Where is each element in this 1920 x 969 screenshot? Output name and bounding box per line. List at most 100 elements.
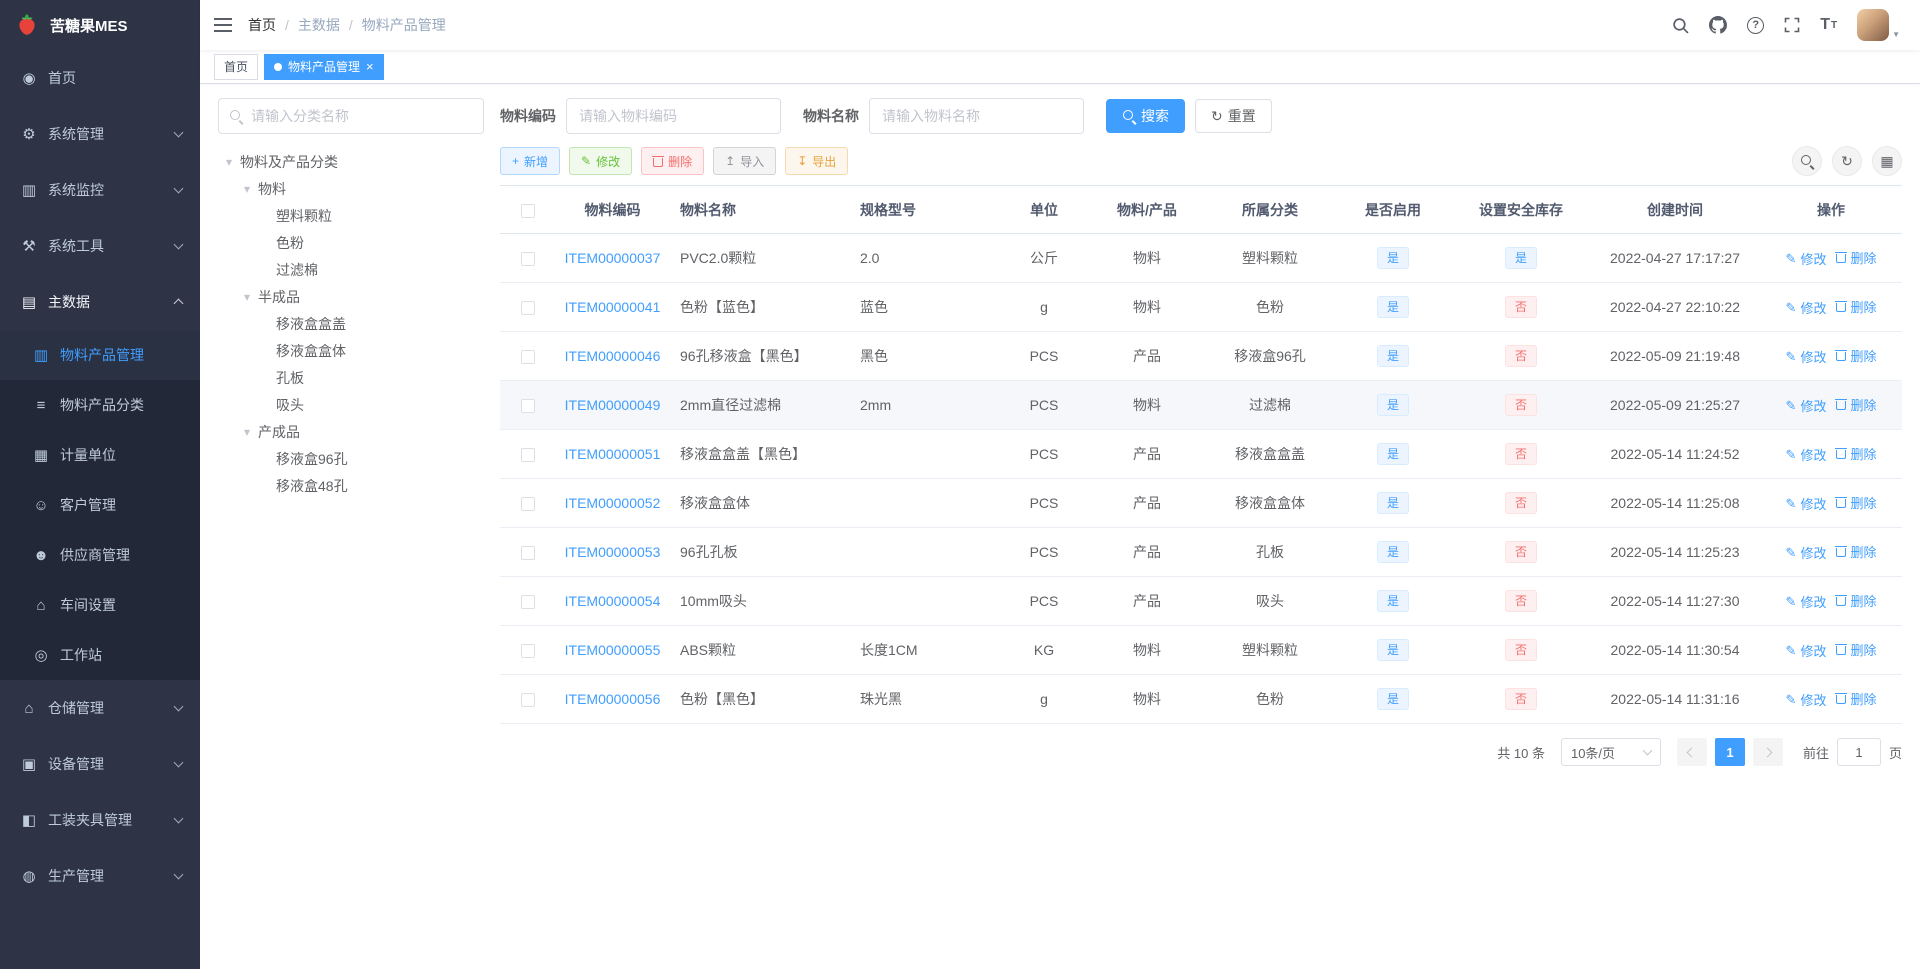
sidebar-item-home[interactable]: ◉ 首页 [0, 50, 200, 106]
sidebar-item-system-management[interactable]: ⚙ 系统管理 [0, 106, 200, 162]
item-code-link[interactable]: ITEM00000052 [565, 495, 661, 511]
edit-link[interactable]: ✎ 修改 [1786, 494, 1827, 513]
row-checkbox[interactable] [520, 693, 535, 708]
edit-link[interactable]: ✎ 修改 [1786, 249, 1827, 268]
tree-node[interactable]: 移液盒盒盖 [218, 310, 484, 337]
github-icon[interactable] [1709, 16, 1728, 34]
sidebar-item-equipment-management[interactable]: ▣ 设备管理 [0, 736, 200, 792]
tree-node[interactable]: 塑料颗粒 [218, 202, 484, 229]
sidebar-subitem-measure-unit[interactable]: ▦ 计量单位 [0, 430, 200, 480]
sidebar-item-system-tools[interactable]: ⚒ 系统工具 [0, 218, 200, 274]
edit-link[interactable]: ✎ 修改 [1786, 543, 1827, 562]
tree-node[interactable]: ▾ 产成品 [218, 418, 484, 445]
font-size-icon[interactable]: TT [1820, 16, 1837, 34]
delete-link[interactable]: 删除 [1835, 248, 1876, 267]
sidebar-item-fixture-management[interactable]: ◧ 工装夹具管理 [0, 792, 200, 848]
row-checkbox[interactable] [520, 595, 535, 610]
expand-caret-icon[interactable]: ▾ [236, 425, 258, 439]
tab-material-product-management[interactable]: 物料产品管理 × [264, 53, 384, 80]
sidebar-item-system-monitor[interactable]: ▥ 系统监控 [0, 162, 200, 218]
avatar[interactable] [1857, 9, 1890, 41]
page-size-select[interactable]: 10条/页 [1560, 738, 1661, 766]
item-code-link[interactable]: ITEM00000051 [565, 446, 661, 462]
edit-link[interactable]: ✎ 修改 [1786, 592, 1827, 611]
expand-caret-icon[interactable]: ▾ [218, 155, 240, 169]
user-menu[interactable]: ▼ [1857, 9, 1900, 41]
material-code-input[interactable] [566, 98, 781, 134]
sidebar-subitem-material-product-category[interactable]: ≡ 物料产品分类 [0, 380, 200, 430]
row-checkbox[interactable] [520, 399, 535, 414]
export-button[interactable]: ↧ 导出 [785, 147, 849, 175]
tree-node-root[interactable]: ▾ 物料及产品分类 [218, 148, 484, 175]
import-button[interactable]: ↥ 导入 [713, 147, 777, 175]
delete-button[interactable]: 删除 [641, 147, 705, 175]
item-code-link[interactable]: ITEM00000046 [565, 348, 661, 364]
edit-link[interactable]: ✎ 修改 [1786, 690, 1827, 709]
sidebar-subitem-customer-management[interactable]: ☺ 客户管理 [0, 480, 200, 530]
add-button[interactable]: + 新增 [500, 147, 561, 175]
row-checkbox[interactable] [520, 350, 535, 365]
prev-page-button[interactable] [1676, 738, 1707, 766]
tree-node[interactable]: 吸头 [218, 391, 484, 418]
goto-page-input[interactable] [1836, 738, 1881, 766]
page-number-button[interactable]: 1 [1714, 738, 1745, 766]
delete-link[interactable]: 删除 [1835, 689, 1876, 708]
item-code-link[interactable]: ITEM00000049 [565, 397, 661, 413]
delete-link[interactable]: 删除 [1835, 493, 1876, 512]
sidebar-item-warehouse-management[interactable]: ⌂ 仓储管理 [0, 680, 200, 736]
edit-link[interactable]: ✎ 修改 [1786, 347, 1827, 366]
sidebar-subitem-material-product-management[interactable]: ▥ 物料产品管理 [0, 330, 200, 380]
tree-node[interactable]: 移液盒96孔 [218, 445, 484, 472]
sidebar-subitem-workshop-settings[interactable]: ⌂ 车间设置 [0, 580, 200, 630]
material-name-input[interactable] [869, 98, 1084, 134]
tree-search-input[interactable] [218, 98, 484, 134]
delete-link[interactable]: 删除 [1835, 591, 1876, 610]
delete-link[interactable]: 删除 [1835, 297, 1876, 316]
tab-home[interactable]: 首页 [214, 53, 259, 80]
item-code-link[interactable]: ITEM00000037 [565, 250, 661, 266]
item-code-link[interactable]: ITEM00000056 [565, 691, 661, 707]
edit-button[interactable]: ✎ 修改 [569, 147, 633, 175]
tree-node[interactable]: 过滤棉 [218, 256, 484, 283]
search-icon[interactable] [1672, 17, 1689, 34]
item-code-link[interactable]: ITEM00000054 [565, 593, 661, 609]
row-checkbox[interactable] [520, 644, 535, 659]
item-code-link[interactable]: ITEM00000041 [565, 299, 661, 315]
expand-caret-icon[interactable]: ▾ [236, 182, 258, 196]
breadcrumb-master-data[interactable]: 主数据 [298, 15, 340, 35]
edit-link[interactable]: ✎ 修改 [1786, 396, 1827, 415]
edit-link[interactable]: ✎ 修改 [1786, 445, 1827, 464]
row-checkbox[interactable] [520, 301, 535, 316]
tree-node[interactable]: 移液盒48孔 [218, 472, 484, 499]
breadcrumb-home[interactable]: 首页 [248, 15, 276, 35]
refresh-button[interactable]: ↻ [1832, 146, 1862, 176]
delete-link[interactable]: 删除 [1835, 444, 1876, 463]
tree-node[interactable]: 孔板 [218, 364, 484, 391]
item-code-link[interactable]: ITEM00000055 [565, 642, 661, 658]
fullscreen-icon[interactable] [1784, 17, 1800, 33]
delete-link[interactable]: 删除 [1835, 346, 1876, 365]
tree-node[interactable]: ▾ 半成品 [218, 283, 484, 310]
delete-link[interactable]: 删除 [1835, 395, 1876, 414]
expand-caret-icon[interactable]: ▾ [236, 290, 258, 304]
sidebar-subitem-supplier-management[interactable]: ☻ 供应商管理 [0, 530, 200, 580]
search-button[interactable]: 搜索 [1106, 99, 1185, 133]
close-icon[interactable]: × [366, 60, 374, 73]
help-icon[interactable]: ? [1747, 16, 1765, 34]
toggle-search-button[interactable] [1792, 146, 1822, 176]
item-code-link[interactable]: ITEM00000053 [565, 544, 661, 560]
columns-button[interactable]: ▦ [1872, 146, 1902, 176]
select-all-checkbox[interactable] [520, 203, 535, 218]
app-logo[interactable]: 苦糖果MES [0, 0, 200, 50]
reset-button[interactable]: ↻ 重置 [1195, 99, 1272, 133]
delete-link[interactable]: 删除 [1835, 640, 1876, 659]
row-checkbox[interactable] [520, 448, 535, 463]
tree-node[interactable]: 色粉 [218, 229, 484, 256]
next-page-button[interactable] [1752, 738, 1783, 766]
sidebar-item-master-data[interactable]: ▤ 主数据 [0, 274, 200, 330]
edit-link[interactable]: ✎ 修改 [1786, 298, 1827, 317]
row-checkbox[interactable] [520, 546, 535, 561]
edit-link[interactable]: ✎ 修改 [1786, 641, 1827, 660]
delete-link[interactable]: 删除 [1835, 542, 1876, 561]
tree-node[interactable]: ▾ 物料 [218, 175, 484, 202]
